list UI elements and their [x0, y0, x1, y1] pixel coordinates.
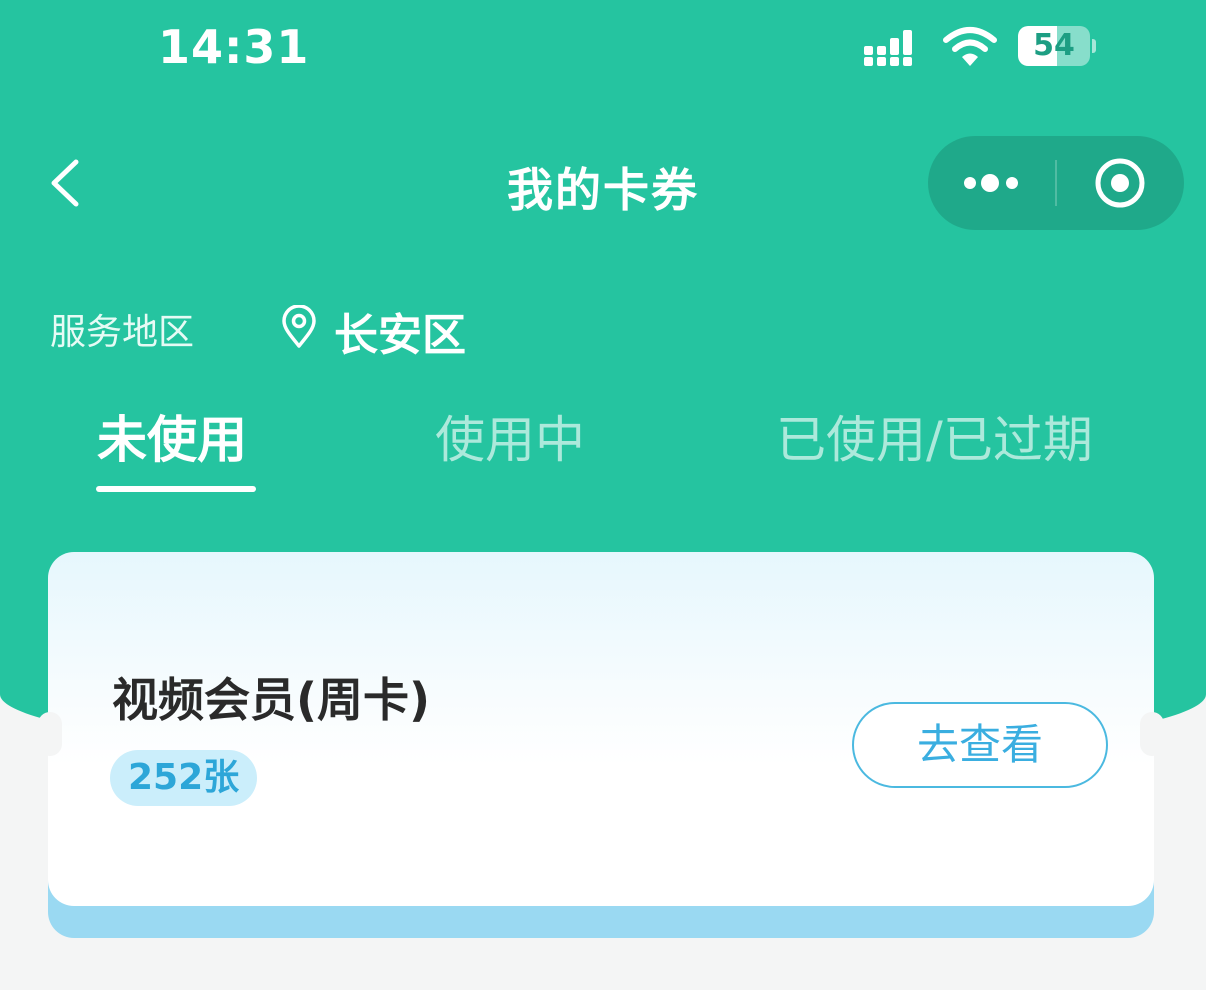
- tab-in-use[interactable]: 使用中: [435, 400, 585, 472]
- battery-icon: 54: [1018, 26, 1096, 66]
- coupon-title: 视频会员(周卡): [112, 673, 431, 727]
- mini-program-capsule: [928, 136, 1184, 230]
- status-time: 14:31: [158, 20, 310, 74]
- battery-level: 54: [1033, 28, 1075, 63]
- coupon-status-tabs: 未使用 使用中 已使用/已过期: [0, 400, 1206, 500]
- region-label: 服务地区: [50, 312, 195, 353]
- navigation-bar: 我的卡券: [0, 130, 1206, 230]
- coupon-count-badge: 252张: [110, 750, 258, 806]
- active-tab-indicator: [96, 486, 256, 492]
- tab-unused[interactable]: 未使用: [97, 400, 247, 472]
- card-notch-left: [38, 712, 62, 756]
- target-circle-icon[interactable]: [1057, 136, 1184, 230]
- tab-used-expired[interactable]: 已使用/已过期: [776, 400, 1093, 472]
- wifi-icon: [943, 26, 997, 72]
- region-selector[interactable]: 长安区: [280, 295, 500, 361]
- more-dots-icon[interactable]: [928, 136, 1056, 230]
- card-notch-right: [1140, 712, 1164, 756]
- region-value: 长安区: [334, 310, 466, 361]
- status-bar: 14:31 54: [0, 0, 1206, 95]
- cellular-signal-icon: [864, 28, 924, 70]
- service-region-row: 服务地区 长安区: [0, 295, 1206, 361]
- location-pin-icon: [280, 304, 318, 353]
- view-coupon-button[interactable]: 去查看: [852, 702, 1108, 788]
